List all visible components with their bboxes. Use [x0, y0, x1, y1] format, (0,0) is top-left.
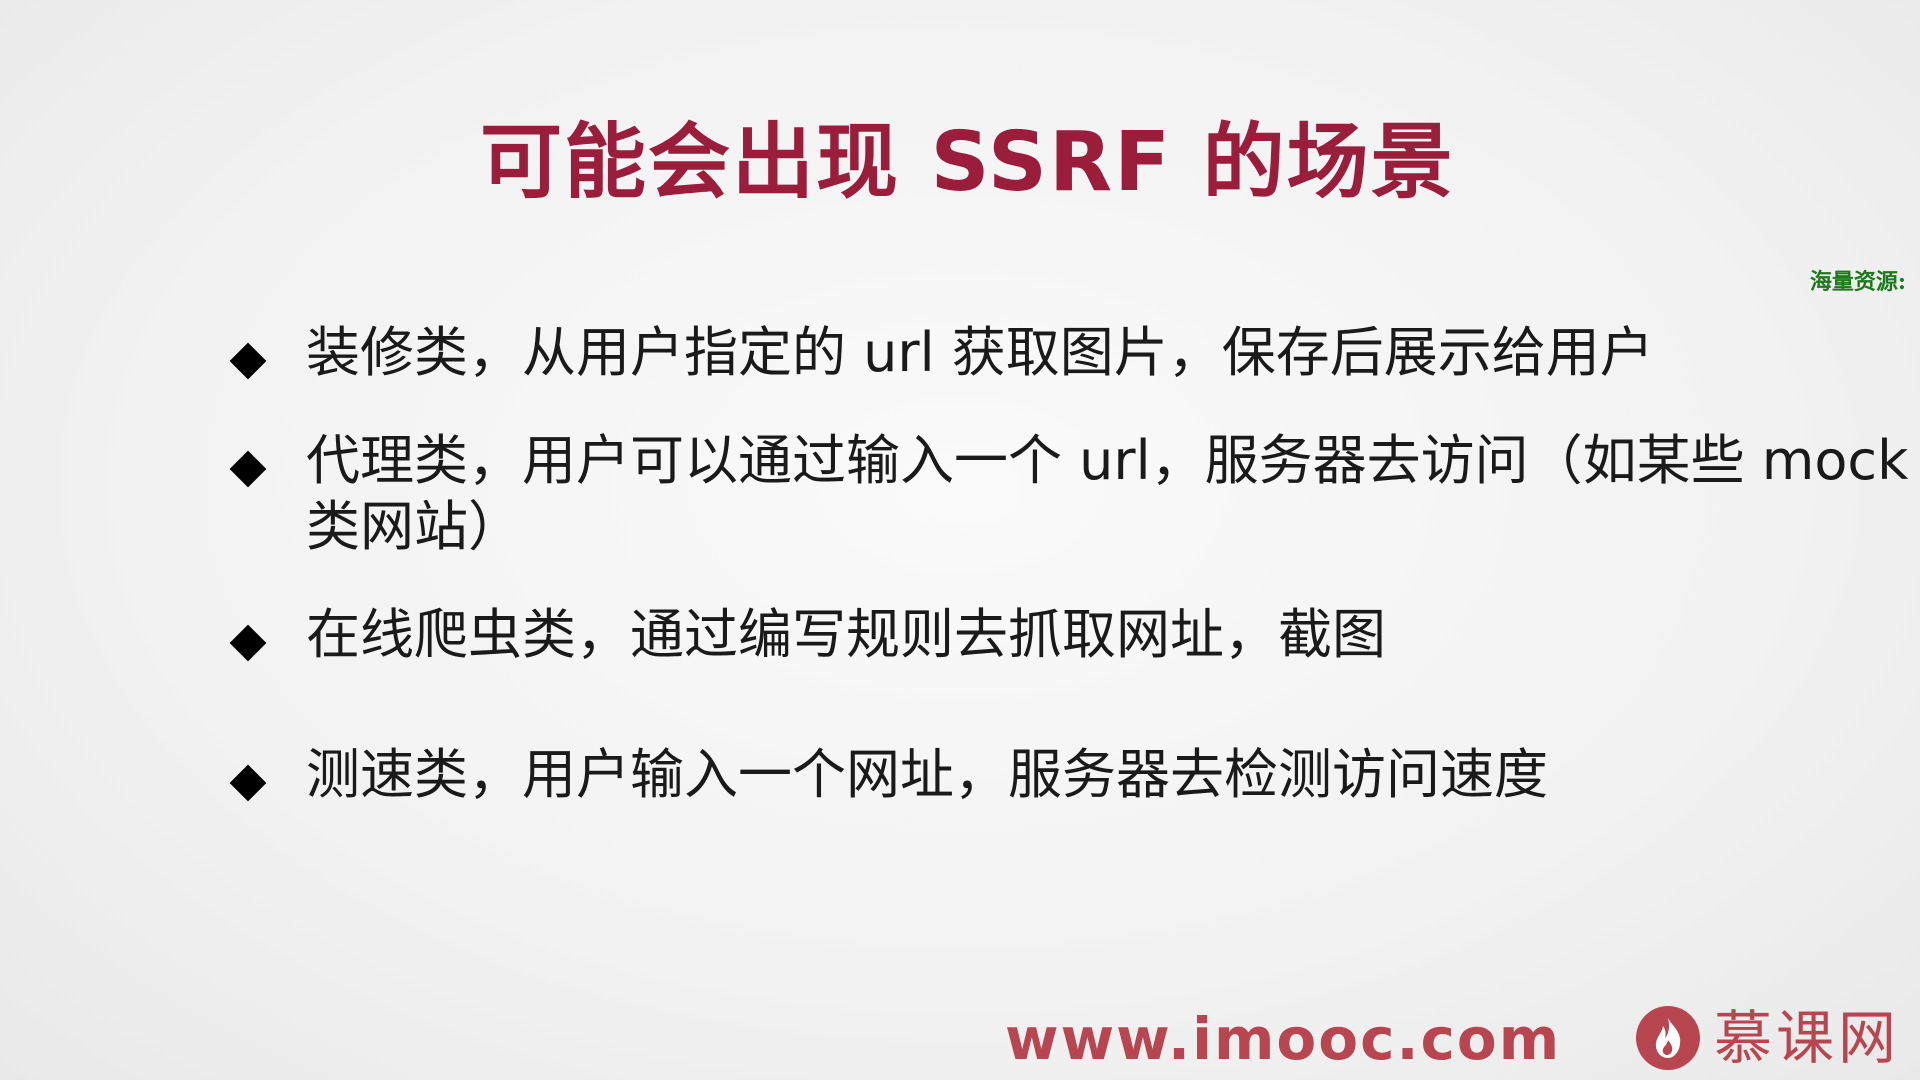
diamond-bullet-icon	[226, 447, 270, 491]
brand-logo: 慕课网	[1636, 1006, 1900, 1070]
diamond-bullet-icon	[226, 339, 270, 383]
slide: 可能会出现 SSRF 的场景 海量资源: 装修类，从用户指定的 url 获取图片…	[0, 0, 1920, 1080]
bullet-line: 在线爬虫类，通过编写规则去抓取网址，截图	[306, 603, 1386, 666]
bullet-text: 代理类，用户可以通过输入一个 url，服务器去访问（如某些 mock 类网站）	[306, 428, 1908, 560]
bullet-item: 测速类，用户输入一个网址，服务器去检测访问速度	[226, 742, 1548, 808]
brand-name: 慕课网	[1714, 1004, 1901, 1072]
bullet-item: 在线爬虫类，通过编写规则去抓取网址，截图	[226, 602, 1386, 668]
bullet-text: 在线爬虫类，通过编写规则去抓取网址，截图	[306, 602, 1386, 668]
diamond-bullet-icon	[226, 621, 270, 665]
bullet-text: 装修类，从用户指定的 url 获取图片，保存后展示给用户	[306, 320, 1654, 386]
bullet-line: 装修类，从用户指定的 url 获取图片，保存后展示给用户	[306, 321, 1654, 384]
bullet-text: 测速类，用户输入一个网址，服务器去检测访问速度	[306, 742, 1548, 808]
diamond-bullet-icon	[226, 761, 270, 805]
watermark-text: 海量资源:	[1809, 269, 1906, 295]
flame-icon	[1636, 1006, 1700, 1070]
bullet-line: 代理类，用户可以通过输入一个 url，服务器去访问（如某些 mock	[306, 429, 1909, 492]
bullet-item: 装修类，从用户指定的 url 获取图片，保存后展示给用户	[226, 320, 1654, 386]
footer-url: www.imooc.com	[1005, 1005, 1562, 1073]
slide-title: 可能会出现 SSRF 的场景	[480, 115, 1455, 210]
bullet-item: 代理类，用户可以通过输入一个 url，服务器去访问（如某些 mock 类网站）	[226, 428, 1908, 560]
bullet-line: 测速类，用户输入一个网址，服务器去检测访问速度	[306, 743, 1548, 806]
bullet-line-continued: 类网站）	[306, 495, 522, 558]
